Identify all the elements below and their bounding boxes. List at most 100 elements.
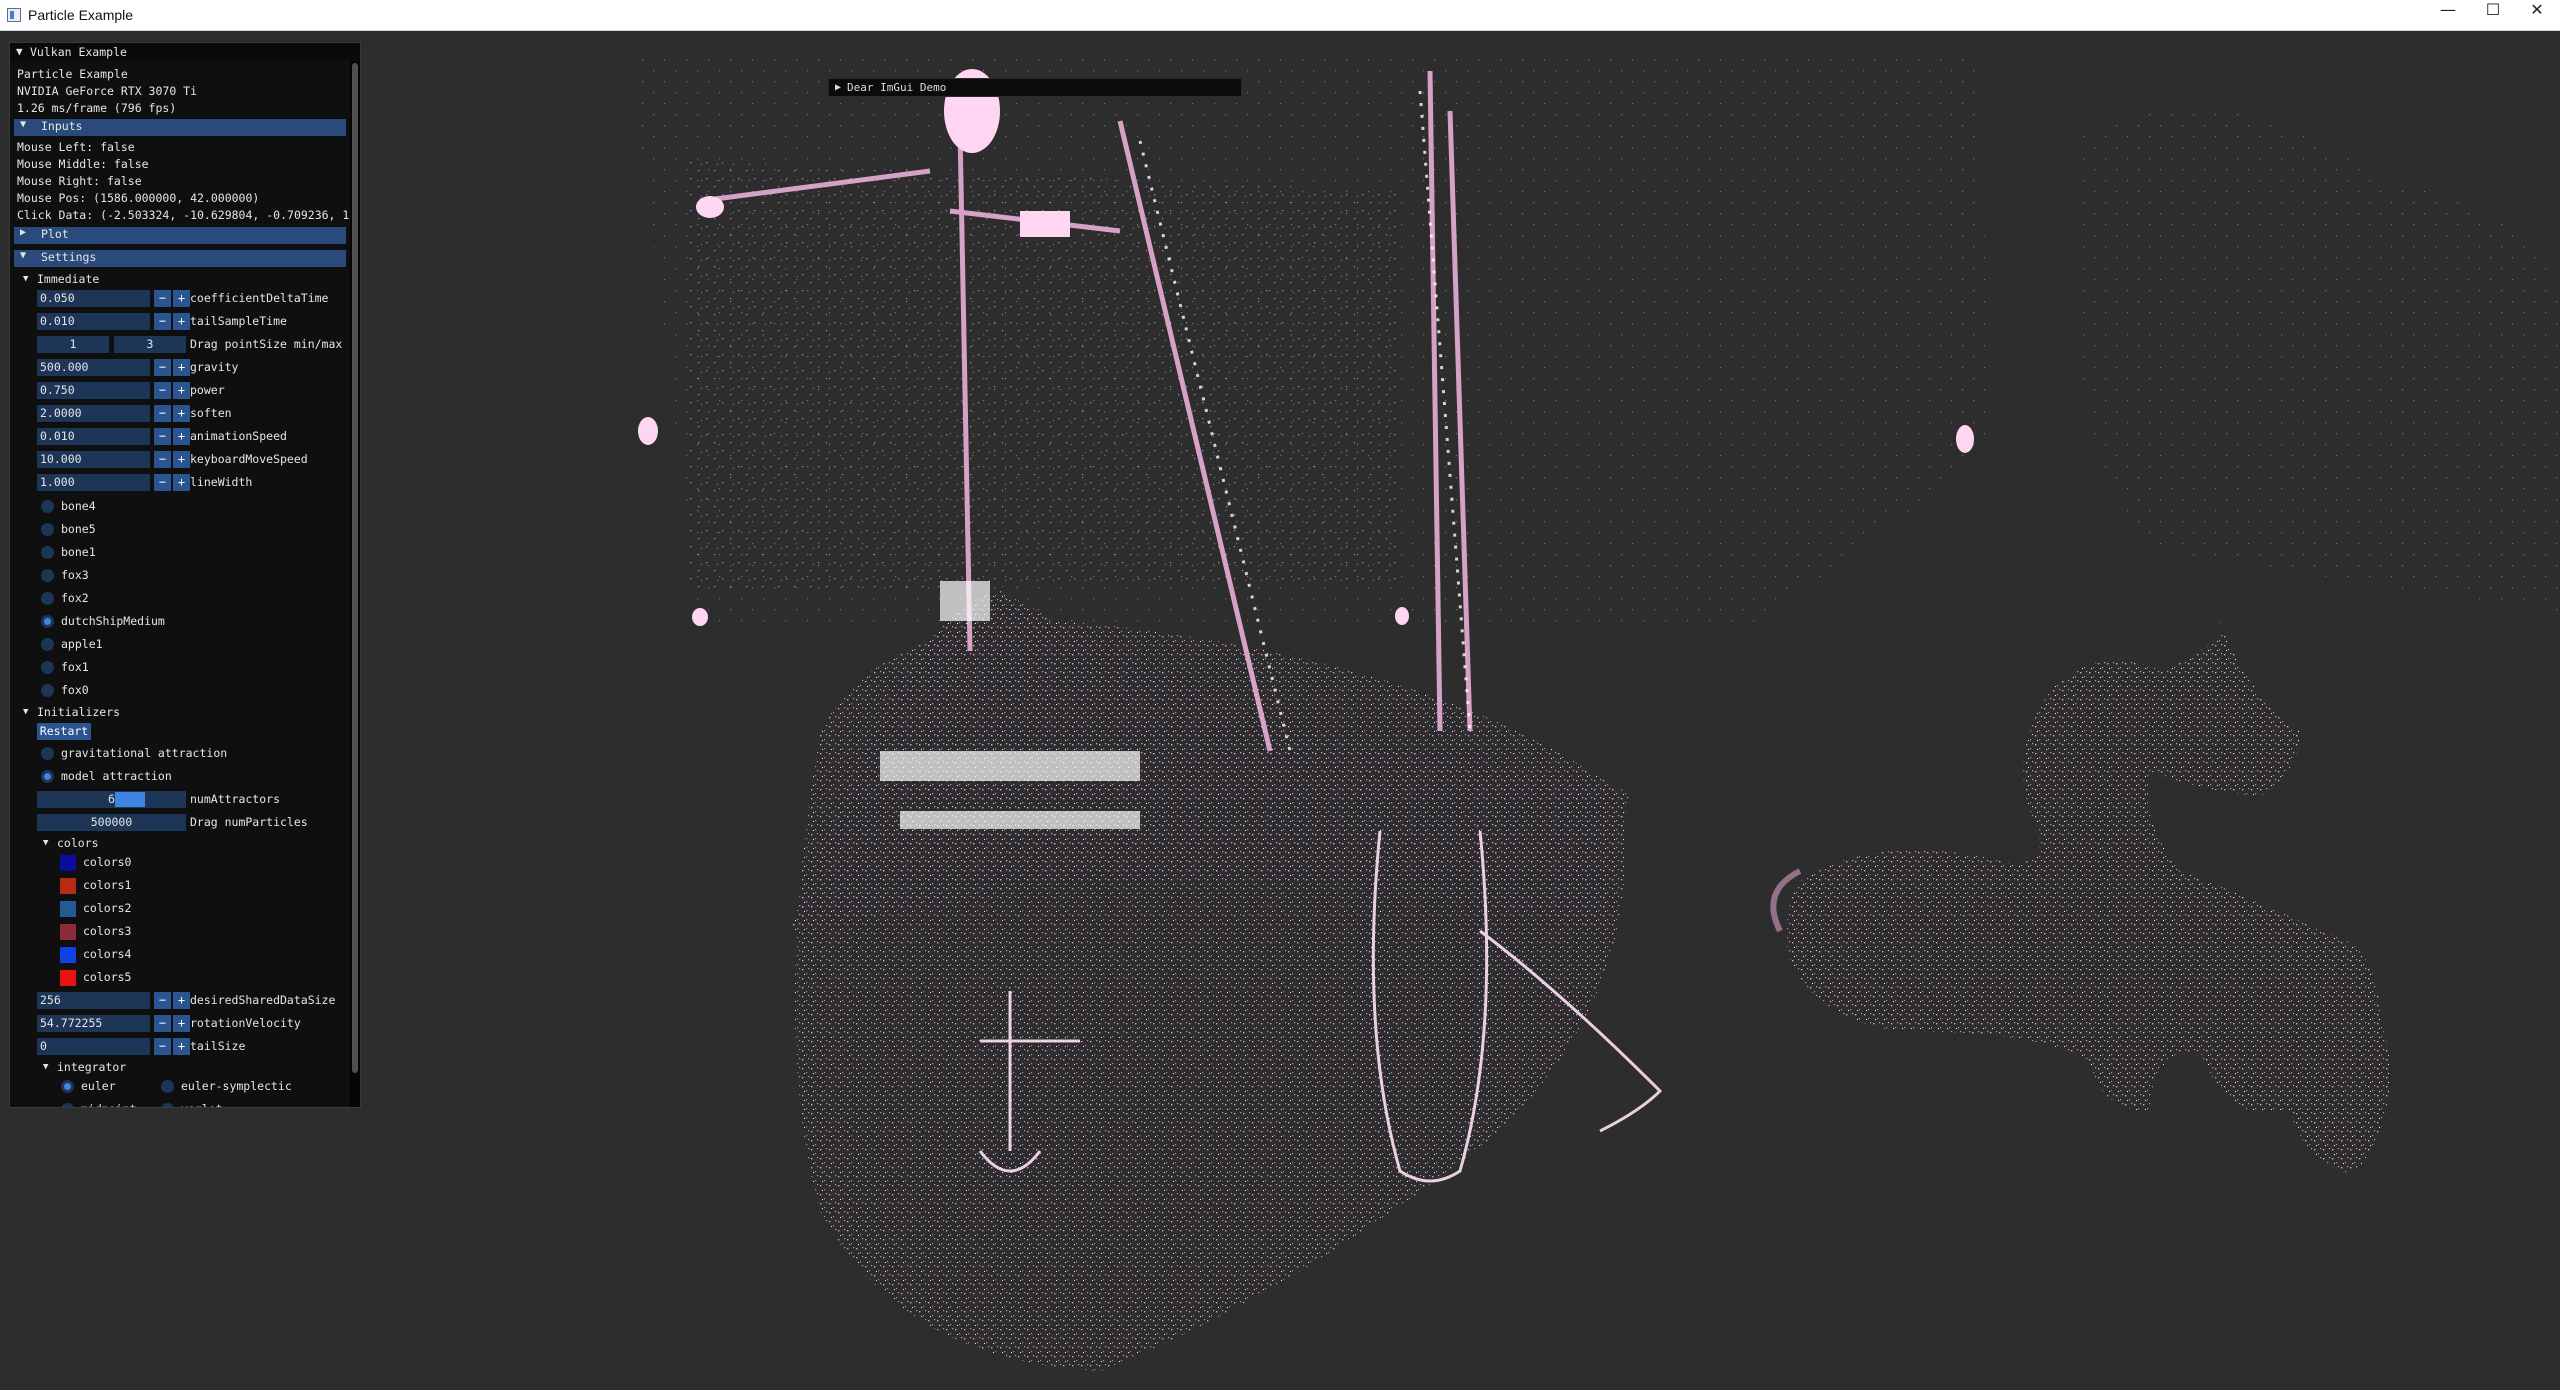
decrement-button[interactable]: − bbox=[154, 992, 171, 1009]
increment-button[interactable]: + bbox=[173, 359, 190, 376]
model-radio-bone5[interactable]: bone5 bbox=[10, 521, 350, 538]
soften-input[interactable] bbox=[37, 405, 150, 422]
colors-tree-node[interactable]: ▼ colors bbox=[10, 835, 350, 852]
radio-button[interactable] bbox=[41, 546, 54, 559]
model-radio-fox0[interactable]: fox0 bbox=[10, 682, 350, 699]
decrement-button[interactable]: − bbox=[154, 1015, 171, 1032]
decrement-button[interactable]: − bbox=[154, 290, 171, 307]
integrator-tree-node[interactable]: ▼ integrator bbox=[10, 1059, 350, 1076]
vulkan-example-panel[interactable]: ▼ Vulkan Example Particle Example NVIDIA… bbox=[9, 42, 361, 1108]
num-attractors-value: 6 bbox=[108, 792, 115, 806]
increment-button[interactable]: + bbox=[173, 313, 190, 330]
radio-button[interactable] bbox=[41, 592, 54, 605]
slider-grab[interactable] bbox=[115, 792, 146, 807]
decrement-button[interactable]: − bbox=[154, 451, 171, 468]
radio-button[interactable] bbox=[61, 1103, 74, 1107]
power-input[interactable] bbox=[37, 382, 150, 399]
radio-button[interactable] bbox=[41, 638, 54, 651]
color-row-0: colors0 bbox=[10, 854, 350, 871]
maximize-button[interactable]: ☐ bbox=[2470, 0, 2516, 30]
model-radio-apple1[interactable]: apple1 bbox=[10, 636, 350, 653]
rotation-velocity-input[interactable] bbox=[37, 1015, 150, 1032]
coefficient-delta-time-input[interactable] bbox=[37, 290, 150, 307]
plot-header[interactable]: ▶ Plot bbox=[14, 227, 346, 244]
coefficient-delta-time-label: coefficientDeltaTime bbox=[190, 291, 329, 305]
desired-shared-data-size-input[interactable] bbox=[37, 992, 150, 1009]
model-radio-fox1[interactable]: fox1 bbox=[10, 659, 350, 676]
radio-button[interactable] bbox=[161, 1080, 174, 1093]
panel-title-bar[interactable]: ▼ Vulkan Example bbox=[10, 43, 360, 61]
initializers-tree-node[interactable]: ▼ Initializers bbox=[10, 704, 350, 721]
num-particles-drag[interactable]: 500000 bbox=[37, 814, 186, 831]
radio-button-selected[interactable] bbox=[41, 770, 54, 783]
model-radio-fox2[interactable]: fox2 bbox=[10, 590, 350, 607]
click-data-text: Click Data: (-2.503324, -10.629804, -0.7… bbox=[17, 208, 350, 222]
radio-button-selected[interactable] bbox=[41, 615, 54, 628]
point-size-min-drag[interactable]: 1 bbox=[37, 336, 109, 353]
mouse-middle-text: Mouse Middle: false bbox=[17, 157, 149, 171]
imgui-demo-window[interactable]: ▶ Dear ImGui Demo bbox=[828, 78, 1242, 97]
color-swatch[interactable] bbox=[60, 901, 76, 917]
coefficient-delta-time-row: − + coefficientDeltaTime bbox=[10, 290, 350, 307]
immediate-tree-node[interactable]: ▼ Immediate bbox=[10, 271, 350, 288]
color-swatch[interactable] bbox=[60, 924, 76, 940]
line-width-input[interactable] bbox=[37, 474, 150, 491]
radio-button[interactable] bbox=[41, 747, 54, 760]
decrement-button[interactable]: − bbox=[154, 1038, 171, 1055]
increment-button[interactable]: + bbox=[173, 1015, 190, 1032]
radio-button[interactable] bbox=[41, 661, 54, 674]
restart-button[interactable]: Restart bbox=[37, 723, 91, 740]
gravity-input[interactable] bbox=[37, 359, 150, 376]
model-radio-bone4[interactable]: bone4 bbox=[10, 498, 350, 515]
color-swatch[interactable] bbox=[60, 878, 76, 894]
decrement-button[interactable]: − bbox=[154, 313, 171, 330]
decrement-button[interactable]: − bbox=[154, 428, 171, 445]
mode-radio-gravitational[interactable]: gravitational attraction bbox=[10, 745, 350, 762]
point-size-max-drag[interactable]: 3 bbox=[114, 336, 186, 353]
mode-radio-model[interactable]: model attraction bbox=[10, 768, 350, 785]
model-radio-bone1[interactable]: bone1 bbox=[10, 544, 350, 561]
inputs-header[interactable]: ▼ Inputs bbox=[14, 119, 346, 136]
close-button[interactable]: ✕ bbox=[2514, 0, 2560, 30]
minimize-button[interactable]: — bbox=[2425, 0, 2471, 30]
increment-button[interactable]: + bbox=[173, 405, 190, 422]
window-title-bar[interactable]: Particle Example — ☐ ✕ bbox=[0, 0, 2560, 31]
decrement-button[interactable]: − bbox=[154, 405, 171, 422]
model-label: bone5 bbox=[61, 522, 96, 536]
increment-button[interactable]: + bbox=[173, 1038, 190, 1055]
point-size-label: Drag pointSize min/max bbox=[190, 337, 343, 351]
model-radio-fox3[interactable]: fox3 bbox=[10, 567, 350, 584]
increment-button[interactable]: + bbox=[173, 474, 190, 491]
num-attractors-slider[interactable]: 6 bbox=[37, 791, 186, 808]
increment-button[interactable]: + bbox=[173, 290, 190, 307]
increment-button[interactable]: + bbox=[173, 428, 190, 445]
panel-scrollbar[interactable] bbox=[350, 61, 360, 1107]
scrollbar-thumb[interactable] bbox=[352, 63, 358, 1073]
radio-button[interactable] bbox=[41, 500, 54, 513]
color-swatch[interactable] bbox=[60, 970, 76, 986]
increment-button[interactable]: + bbox=[173, 451, 190, 468]
radio-button[interactable] bbox=[41, 684, 54, 697]
color-swatch[interactable] bbox=[60, 947, 76, 963]
power-row: − + power bbox=[10, 382, 350, 399]
radio-button[interactable] bbox=[41, 523, 54, 536]
render-viewport[interactable]: ▶ Dear ImGui Demo bbox=[0, 31, 2560, 1390]
radio-button[interactable] bbox=[41, 569, 54, 582]
color-swatch[interactable] bbox=[60, 855, 76, 871]
model-radio-dutch-ship-medium[interactable]: dutchShipMedium bbox=[10, 613, 350, 630]
decrement-button[interactable]: − bbox=[154, 359, 171, 376]
tail-size-input[interactable] bbox=[37, 1038, 150, 1055]
settings-header[interactable]: ▼ Settings bbox=[14, 250, 346, 267]
tail-sample-time-input[interactable] bbox=[37, 313, 150, 330]
decrement-button[interactable]: − bbox=[154, 474, 171, 491]
animation-speed-input[interactable] bbox=[37, 428, 150, 445]
decrement-button[interactable]: − bbox=[154, 382, 171, 399]
settings-header-label: Settings bbox=[41, 250, 97, 264]
expand-arrow-icon[interactable]: ▶ bbox=[835, 79, 841, 96]
collapse-arrow-icon[interactable]: ▼ bbox=[16, 45, 23, 58]
increment-button[interactable]: + bbox=[173, 992, 190, 1009]
radio-button-selected[interactable] bbox=[61, 1080, 74, 1093]
keyboard-move-speed-input[interactable] bbox=[37, 451, 150, 468]
radio-button[interactable] bbox=[161, 1103, 174, 1107]
increment-button[interactable]: + bbox=[173, 382, 190, 399]
